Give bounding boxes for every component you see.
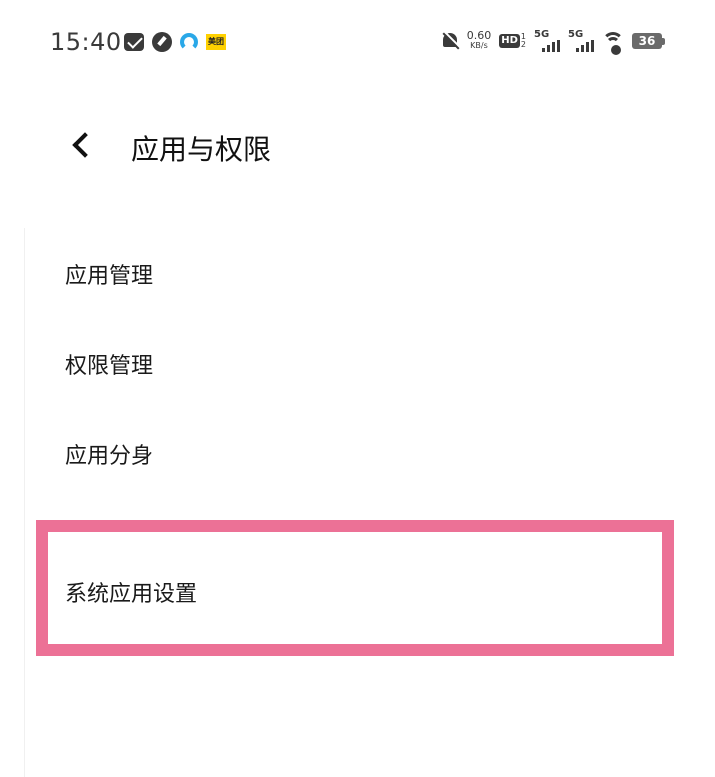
system-icons: 0.60 KB/s HD 1 2 5G 5G 36 bbox=[441, 29, 665, 55]
compass-icon bbox=[152, 32, 172, 52]
page-title: 应用与权限 bbox=[131, 133, 272, 166]
signal-2-label: 5G bbox=[568, 29, 584, 40]
hd-sim-bottom: 2 bbox=[520, 40, 526, 49]
signal-1-label: 5G bbox=[534, 29, 550, 40]
battery-level: 36 bbox=[632, 33, 662, 49]
menu-item-app-clone[interactable]: 应用分身 bbox=[40, 410, 670, 496]
browser-icon bbox=[180, 33, 198, 51]
meituan-icon: 美团 bbox=[206, 34, 226, 50]
chevron-left-icon bbox=[72, 132, 98, 158]
back-button[interactable] bbox=[62, 128, 102, 164]
menu-item-label: 应用管理 bbox=[65, 264, 154, 289]
wifi-icon bbox=[602, 32, 624, 55]
battery-icon: 36 bbox=[632, 33, 665, 49]
hd-label: HD bbox=[499, 34, 520, 48]
signal-1-icon: 5G bbox=[534, 30, 560, 52]
menu-item-label: 系统应用设置 bbox=[65, 582, 198, 607]
header: 应用与权限 bbox=[0, 110, 715, 182]
notification-icons: 美团 bbox=[124, 32, 226, 52]
network-speed-value: 0.60 bbox=[466, 29, 492, 42]
status-time: 15:40 bbox=[50, 28, 122, 56]
mail-icon bbox=[124, 33, 144, 51]
menu-item-label: 应用分身 bbox=[65, 444, 154, 469]
menu-item-permission-management[interactable]: 权限管理 bbox=[40, 320, 670, 406]
menu-item-app-management[interactable]: 应用管理 bbox=[40, 230, 670, 316]
network-speed-unit: KB/s bbox=[470, 41, 488, 50]
bell-off-icon bbox=[441, 31, 459, 51]
signal-2-icon: 5G bbox=[568, 30, 594, 52]
hd-voice-icon: HD 1 2 bbox=[499, 33, 526, 49]
menu-item-label: 权限管理 bbox=[65, 354, 154, 379]
network-speed: 0.60 KB/s bbox=[466, 29, 492, 51]
menu-item-system-app-settings[interactable]: 系统应用设置 bbox=[36, 520, 674, 656]
status-bar: 15:40 美团 0.60 KB/s HD 1 2 5G 5G 36 bbox=[0, 0, 715, 86]
edge-divider bbox=[24, 228, 25, 777]
